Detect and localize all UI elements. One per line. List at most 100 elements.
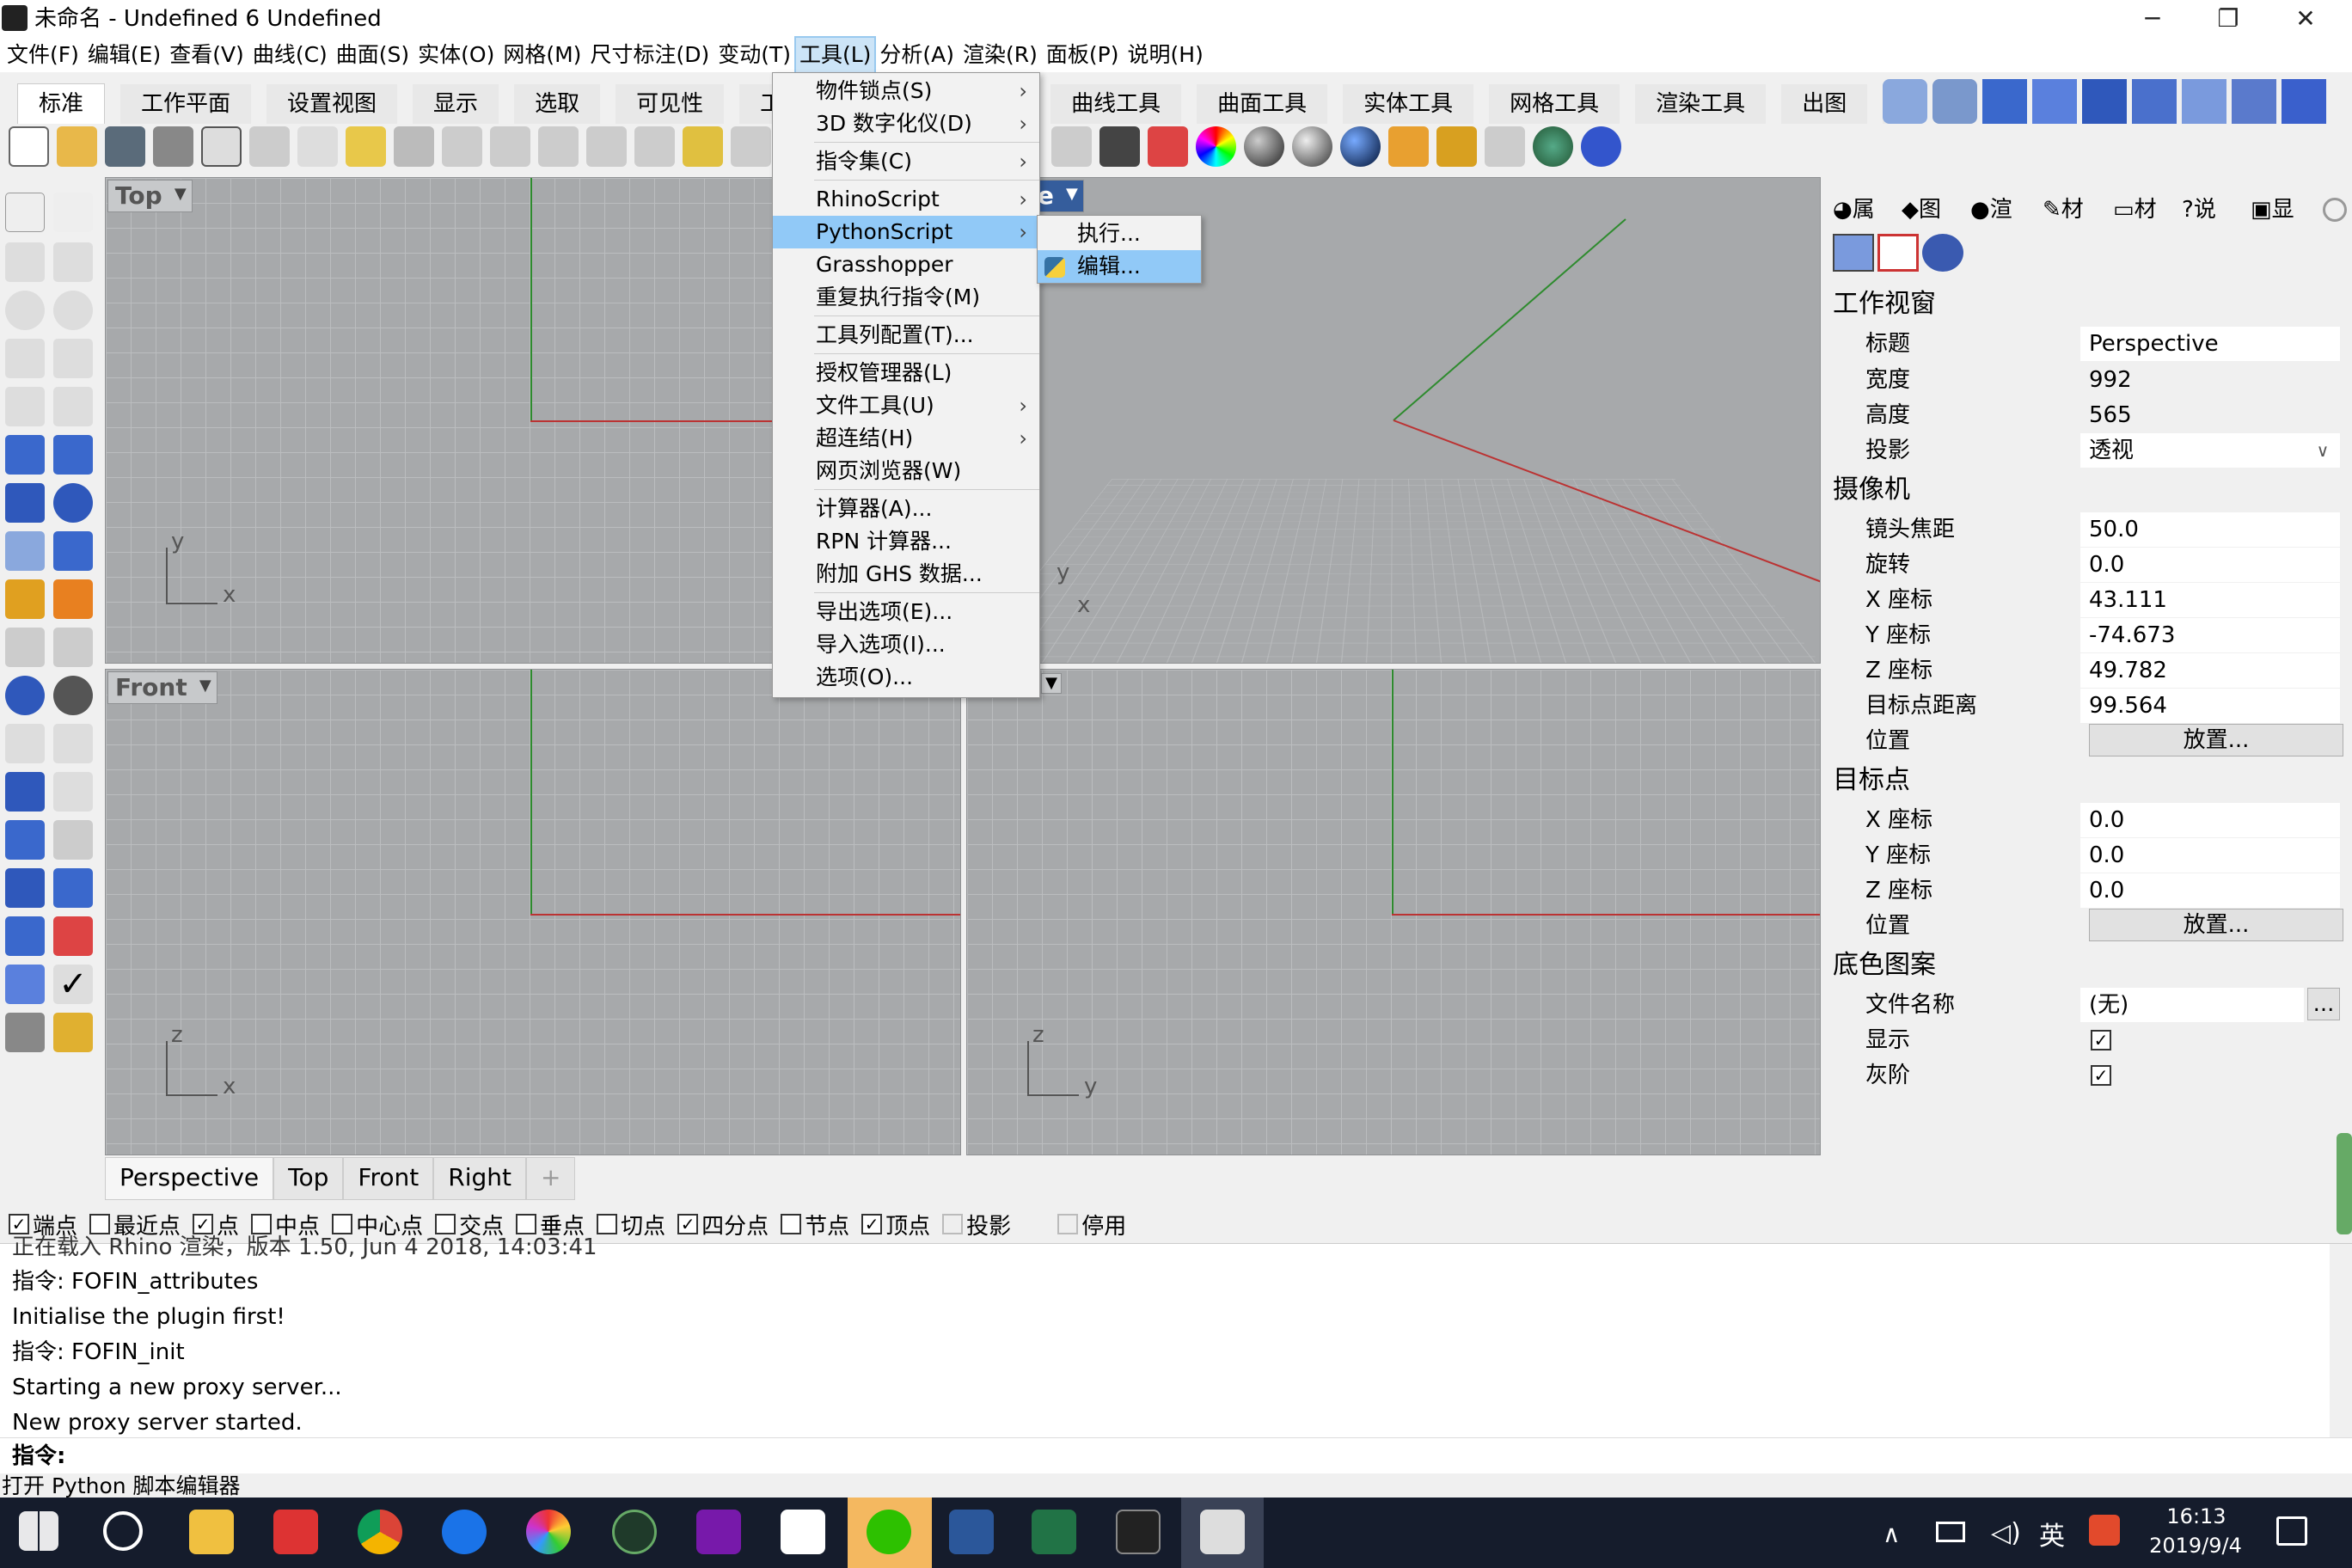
render-icon[interactable] (53, 1013, 93, 1052)
boolean-icon[interactable] (53, 483, 93, 523)
viewport-dropdown-icon[interactable]: ▼ (199, 672, 211, 700)
viewport-right[interactable]: ▼ z y (966, 669, 1821, 1155)
pan-hand-icon[interactable] (442, 126, 482, 167)
undo-icon[interactable] (394, 126, 434, 167)
menu-item-export-options[interactable]: 导出选项(E)... (773, 596, 1039, 628)
gear-options-icon[interactable] (1436, 126, 1477, 167)
zoom-extents-icon[interactable] (634, 126, 675, 167)
tab-top[interactable]: Top (273, 1157, 343, 1200)
light-icon[interactable] (5, 579, 45, 619)
viewport-title-front[interactable]: Front ▼ (107, 671, 217, 704)
split-icon[interactable] (53, 628, 93, 667)
feishu-icon[interactable] (442, 1510, 487, 1554)
surface-edge-icon[interactable] (2032, 79, 2077, 124)
trim-icon[interactable] (5, 628, 45, 667)
file-explorer-icon[interactable] (189, 1510, 234, 1554)
menu-item-license-manager[interactable]: 授权管理器(L) (773, 357, 1039, 389)
ime-indicator[interactable]: 英 (2039, 1515, 2065, 1553)
menu-item-rpn-calculator[interactable]: RPN 计算器... (773, 525, 1039, 558)
clock-date[interactable]: 2019/9/4 (2144, 1532, 2247, 1559)
cloud-app-icon[interactable] (781, 1510, 825, 1554)
tab-layers[interactable]: ◆图 (1902, 194, 1941, 225)
rendered-sphere-icon[interactable] (1292, 126, 1332, 167)
menu-item-osnap[interactable]: 物件锁点(S) › (773, 75, 1039, 107)
tube-icon[interactable] (1932, 79, 1977, 124)
viewport-dropdown-icon[interactable]: ▼ (1041, 673, 1062, 694)
menu-item-file-utilities[interactable]: 文件工具(U) › (773, 389, 1039, 422)
viewport-dropdown-icon[interactable]: ▼ (1066, 181, 1078, 208)
word-icon[interactable] (949, 1510, 994, 1554)
camera-z-field[interactable]: 49.782 (2080, 653, 2340, 688)
extrude-icon[interactable] (2132, 79, 2177, 124)
mirror-icon[interactable] (53, 820, 93, 860)
tab-libraries[interactable]: ▭材 (2113, 194, 2157, 225)
osnap-quadrant[interactable]: ✓ 四分点 (677, 1209, 769, 1240)
menu-item-calculator[interactable]: 计算器(A)... (773, 493, 1039, 525)
explode-icon[interactable] (53, 579, 93, 619)
menu-item-repeat-command[interactable]: 重复执行指令(M) (773, 281, 1039, 314)
tab-curve-tools[interactable]: 曲线工具 (1050, 84, 1181, 124)
tab-drafting[interactable]: 出图 (1781, 84, 1867, 124)
menu-dimension[interactable]: 尺寸标注(D) (586, 38, 713, 72)
mesh-plane-icon[interactable] (53, 531, 93, 571)
cut-icon[interactable] (249, 126, 290, 167)
point-icon[interactable] (53, 193, 93, 232)
camera-place-button[interactable]: 放置... (2089, 724, 2343, 756)
checkbox[interactable] (942, 1214, 963, 1234)
osnap-vertex[interactable]: ✓ 顶点 (861, 1209, 930, 1240)
checkbox[interactable]: ✓ (677, 1214, 698, 1234)
zoom-icon[interactable] (538, 126, 579, 167)
fillet-curve-icon[interactable] (53, 387, 93, 426)
offset-icon[interactable] (5, 724, 45, 763)
curve-icon[interactable] (53, 242, 93, 282)
battery-icon[interactable] (1936, 1522, 1965, 1542)
filename-field[interactable]: (无) (2080, 988, 2304, 1022)
sweep-icon[interactable] (2232, 79, 2276, 124)
browse-button[interactable]: ... (2307, 988, 2340, 1020)
history-scrollbar[interactable] (2330, 1244, 2352, 1438)
menu-item-edit-python[interactable]: 编辑... (1038, 250, 1201, 283)
menu-item-web-browser[interactable]: 网页浏览器(W) (773, 455, 1039, 487)
chevron-up-icon[interactable]: ∧ (1883, 1520, 1901, 1548)
select-arrow-icon[interactable] (5, 193, 45, 232)
dimension-icon[interactable] (1485, 126, 1525, 167)
fillet-icon[interactable] (53, 724, 93, 763)
checkbox[interactable] (781, 1214, 801, 1234)
checkbox[interactable] (1057, 1214, 1078, 1234)
save-icon[interactable] (105, 126, 145, 167)
menu-transform[interactable]: 变动(T) (714, 38, 794, 72)
solid-edit-icon[interactable] (5, 965, 45, 1004)
command-input[interactable] (69, 1442, 2287, 1471)
excel-icon[interactable] (1032, 1510, 1076, 1554)
tab-right[interactable]: Right (433, 1157, 526, 1200)
block-icon[interactable] (5, 868, 45, 908)
viewport-title-top[interactable]: Top ▼ (107, 180, 193, 212)
tab-properties[interactable]: ◕属 (1833, 194, 1875, 225)
tab-display[interactable]: 显示 (413, 84, 499, 124)
osnap-knot[interactable]: 节点 (781, 1209, 849, 1240)
windows-start-icon[interactable] (19, 1511, 58, 1551)
focal-length-field[interactable]: 50.0 (2080, 512, 2340, 547)
tab-cplanes[interactable]: 工作平面 (120, 84, 251, 124)
sogou-input-icon[interactable] (2089, 1515, 2120, 1546)
light-bulb-icon[interactable] (1051, 126, 1092, 167)
tab-help[interactable]: ?说 (2182, 194, 2216, 225)
transform-icon[interactable] (53, 916, 93, 956)
tab-select[interactable]: 选取 (514, 84, 600, 124)
menu-item-toolbar-layout[interactable]: 工具列配置(T)... (773, 319, 1039, 352)
lock-icon[interactable] (1099, 126, 1140, 167)
grayscale-checkbox[interactable]: ✓ (2091, 1065, 2111, 1086)
chrome-icon[interactable] (358, 1510, 402, 1554)
export-icon[interactable] (201, 126, 242, 167)
menu-item-ghs-data[interactable]: 附加 GHS 数据... (773, 558, 1039, 591)
tab-visibility[interactable]: 可见性 (616, 84, 724, 124)
loft-icon[interactable] (2282, 79, 2326, 124)
undo-view-icon[interactable] (731, 126, 771, 167)
extrude-surface-icon[interactable] (53, 435, 93, 475)
menu-item-grasshopper[interactable]: Grasshopper (773, 248, 1039, 281)
join-icon[interactable] (53, 676, 93, 715)
menu-panels[interactable]: 面板(P) (1043, 38, 1123, 72)
globe-icon[interactable] (1533, 126, 1573, 167)
menu-item-rhinoscript[interactable]: RhinoScript › (773, 183, 1039, 216)
menu-curve[interactable]: 曲线(C) (249, 38, 331, 72)
